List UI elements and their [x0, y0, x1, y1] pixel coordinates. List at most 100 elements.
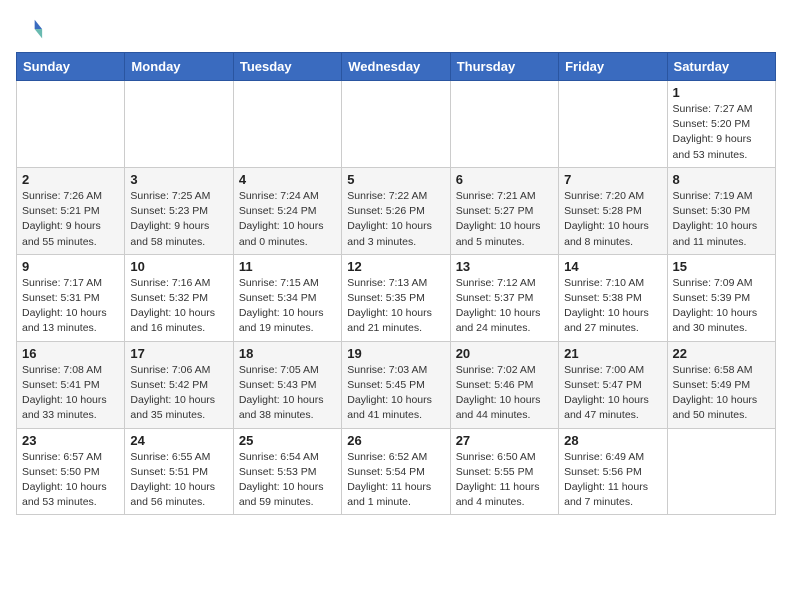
- day-number: 14: [564, 259, 661, 274]
- calendar-cell: 17 Sunrise: 7:06 AM Sunset: 5:42 PM Dayli…: [125, 341, 233, 428]
- calendar-cell: 7 Sunrise: 7:20 AM Sunset: 5:28 PM Daylig…: [559, 167, 667, 254]
- day-info: Sunrise: 7:12 AM Sunset: 5:37 PM Dayligh…: [456, 276, 553, 337]
- day-number: 26: [347, 433, 444, 448]
- day-number: 22: [673, 346, 770, 361]
- day-info: Sunrise: 7:20 AM Sunset: 5:28 PM Dayligh…: [564, 189, 661, 250]
- day-info: Sunrise: 7:19 AM Sunset: 5:30 PM Dayligh…: [673, 189, 770, 250]
- calendar-cell: 10 Sunrise: 7:16 AM Sunset: 5:32 PM Dayli…: [125, 254, 233, 341]
- day-info: Sunrise: 7:16 AM Sunset: 5:32 PM Dayligh…: [130, 276, 227, 337]
- calendar-cell: 5 Sunrise: 7:22 AM Sunset: 5:26 PM Daylig…: [342, 167, 450, 254]
- calendar-cell: 4 Sunrise: 7:24 AM Sunset: 5:24 PM Daylig…: [233, 167, 341, 254]
- day-number: 23: [22, 433, 119, 448]
- day-info: Sunrise: 7:26 AM Sunset: 5:21 PM Dayligh…: [22, 189, 119, 250]
- day-info: Sunrise: 7:15 AM Sunset: 5:34 PM Dayligh…: [239, 276, 336, 337]
- logo: [16, 16, 48, 44]
- calendar-cell: 1 Sunrise: 7:27 AM Sunset: 5:20 PM Daylig…: [667, 81, 775, 168]
- day-number: 19: [347, 346, 444, 361]
- header-tuesday: Tuesday: [233, 53, 341, 81]
- calendar-cell: [342, 81, 450, 168]
- day-info: Sunrise: 6:57 AM Sunset: 5:50 PM Dayligh…: [22, 450, 119, 511]
- day-info: Sunrise: 7:27 AM Sunset: 5:20 PM Dayligh…: [673, 102, 770, 163]
- day-number: 12: [347, 259, 444, 274]
- week-row-3: 9Sunrise: 7:17 AM Sunset: 5:31 PM Daylig…: [17, 254, 776, 341]
- week-row-5: 23 Sunrise: 6:57 AM Sunset: 5:50 PM Dayli…: [17, 428, 776, 515]
- header-saturday: Saturday: [667, 53, 775, 81]
- day-info: Sunrise: 7:09 AM Sunset: 5:39 PM Dayligh…: [673, 276, 770, 337]
- calendar-cell: 15 Sunrise: 7:09 AM Sunset: 5:39 PM Dayli…: [667, 254, 775, 341]
- day-info: Sunrise: 7:00 AM Sunset: 5:47 PM Dayligh…: [564, 363, 661, 424]
- week-row-1: 1 Sunrise: 7:27 AM Sunset: 5:20 PM Daylig…: [17, 81, 776, 168]
- day-info: Sunrise: 7:13 AM Sunset: 5:35 PM Dayligh…: [347, 276, 444, 337]
- calendar-cell: 21 Sunrise: 7:00 AM Sunset: 5:47 PM Dayli…: [559, 341, 667, 428]
- calendar-cell: [559, 81, 667, 168]
- day-number: 5: [347, 172, 444, 187]
- day-number: 21: [564, 346, 661, 361]
- day-info: Sunrise: 6:49 AM Sunset: 5:56 PM Dayligh…: [564, 450, 661, 511]
- calendar-cell: 25 Sunrise: 6:54 AM Sunset: 5:53 PM Dayli…: [233, 428, 341, 515]
- day-number: 1: [673, 85, 770, 100]
- day-info: Sunrise: 6:54 AM Sunset: 5:53 PM Dayligh…: [239, 450, 336, 511]
- calendar-cell: 12 Sunrise: 7:13 AM Sunset: 5:35 PM Dayli…: [342, 254, 450, 341]
- day-number: 10: [130, 259, 227, 274]
- day-number: 9: [22, 259, 119, 274]
- day-number: 8: [673, 172, 770, 187]
- header-sunday: Sunday: [17, 53, 125, 81]
- day-number: 15: [673, 259, 770, 274]
- calendar-cell: 22 Sunrise: 6:58 AM Sunset: 5:49 PM Dayli…: [667, 341, 775, 428]
- header-friday: Friday: [559, 53, 667, 81]
- day-number: 20: [456, 346, 553, 361]
- calendar-header-row: SundayMondayTuesdayWednesdayThursdayFrid…: [17, 53, 776, 81]
- day-number: 7: [564, 172, 661, 187]
- day-info: Sunrise: 6:50 AM Sunset: 5:55 PM Dayligh…: [456, 450, 553, 511]
- calendar-cell: [233, 81, 341, 168]
- day-info: Sunrise: 6:52 AM Sunset: 5:54 PM Dayligh…: [347, 450, 444, 511]
- day-info: Sunrise: 6:55 AM Sunset: 5:51 PM Dayligh…: [130, 450, 227, 511]
- day-info: Sunrise: 7:08 AM Sunset: 5:41 PM Dayligh…: [22, 363, 119, 424]
- calendar-cell: [125, 81, 233, 168]
- calendar-cell: 26 Sunrise: 6:52 AM Sunset: 5:54 PM Dayli…: [342, 428, 450, 515]
- day-number: 11: [239, 259, 336, 274]
- day-number: 27: [456, 433, 553, 448]
- day-info: Sunrise: 6:58 AM Sunset: 5:49 PM Dayligh…: [673, 363, 770, 424]
- day-info: Sunrise: 7:24 AM Sunset: 5:24 PM Dayligh…: [239, 189, 336, 250]
- week-row-2: 2 Sunrise: 7:26 AM Sunset: 5:21 PM Daylig…: [17, 167, 776, 254]
- calendar-cell: 16 Sunrise: 7:08 AM Sunset: 5:41 PM Dayli…: [17, 341, 125, 428]
- calendar-cell: 14 Sunrise: 7:10 AM Sunset: 5:38 PM Dayli…: [559, 254, 667, 341]
- day-number: 16: [22, 346, 119, 361]
- calendar-cell: [450, 81, 558, 168]
- day-number: 28: [564, 433, 661, 448]
- calendar-cell: 13 Sunrise: 7:12 AM Sunset: 5:37 PM Dayli…: [450, 254, 558, 341]
- calendar-cell: 8 Sunrise: 7:19 AM Sunset: 5:30 PM Daylig…: [667, 167, 775, 254]
- day-info: Sunrise: 7:22 AM Sunset: 5:26 PM Dayligh…: [347, 189, 444, 250]
- day-number: 24: [130, 433, 227, 448]
- header-wednesday: Wednesday: [342, 53, 450, 81]
- day-number: 17: [130, 346, 227, 361]
- day-info: Sunrise: 7:05 AM Sunset: 5:43 PM Dayligh…: [239, 363, 336, 424]
- day-number: 6: [456, 172, 553, 187]
- calendar-cell: 28 Sunrise: 6:49 AM Sunset: 5:56 PM Dayli…: [559, 428, 667, 515]
- calendar-cell: 2 Sunrise: 7:26 AM Sunset: 5:21 PM Daylig…: [17, 167, 125, 254]
- calendar-cell: [667, 428, 775, 515]
- day-number: 25: [239, 433, 336, 448]
- day-info: Sunrise: 7:06 AM Sunset: 5:42 PM Dayligh…: [130, 363, 227, 424]
- header-monday: Monday: [125, 53, 233, 81]
- calendar-cell: 19Sunrise: 7:03 AM Sunset: 5:45 PM Dayli…: [342, 341, 450, 428]
- day-number: 4: [239, 172, 336, 187]
- week-row-4: 16 Sunrise: 7:08 AM Sunset: 5:41 PM Dayli…: [17, 341, 776, 428]
- day-number: 2: [22, 172, 119, 187]
- calendar-cell: 11 Sunrise: 7:15 AM Sunset: 5:34 PM Dayli…: [233, 254, 341, 341]
- calendar-cell: 20Sunrise: 7:02 AM Sunset: 5:46 PM Dayli…: [450, 341, 558, 428]
- calendar-cell: 3Sunrise: 7:25 AM Sunset: 5:23 PM Daylig…: [125, 167, 233, 254]
- day-info: Sunrise: 7:25 AM Sunset: 5:23 PM Dayligh…: [130, 189, 227, 250]
- day-info: Sunrise: 7:10 AM Sunset: 5:38 PM Dayligh…: [564, 276, 661, 337]
- calendar-cell: 18 Sunrise: 7:05 AM Sunset: 5:43 PM Dayli…: [233, 341, 341, 428]
- calendar-cell: 27 Sunrise: 6:50 AM Sunset: 5:55 PM Dayli…: [450, 428, 558, 515]
- day-number: 18: [239, 346, 336, 361]
- page-header: [16, 16, 776, 44]
- calendar-cell: 9Sunrise: 7:17 AM Sunset: 5:31 PM Daylig…: [17, 254, 125, 341]
- calendar-body: 1 Sunrise: 7:27 AM Sunset: 5:20 PM Daylig…: [17, 81, 776, 515]
- calendar-table: SundayMondayTuesdayWednesdayThursdayFrid…: [16, 52, 776, 515]
- calendar-cell: 6 Sunrise: 7:21 AM Sunset: 5:27 PM Daylig…: [450, 167, 558, 254]
- day-number: 13: [456, 259, 553, 274]
- day-info: Sunrise: 7:21 AM Sunset: 5:27 PM Dayligh…: [456, 189, 553, 250]
